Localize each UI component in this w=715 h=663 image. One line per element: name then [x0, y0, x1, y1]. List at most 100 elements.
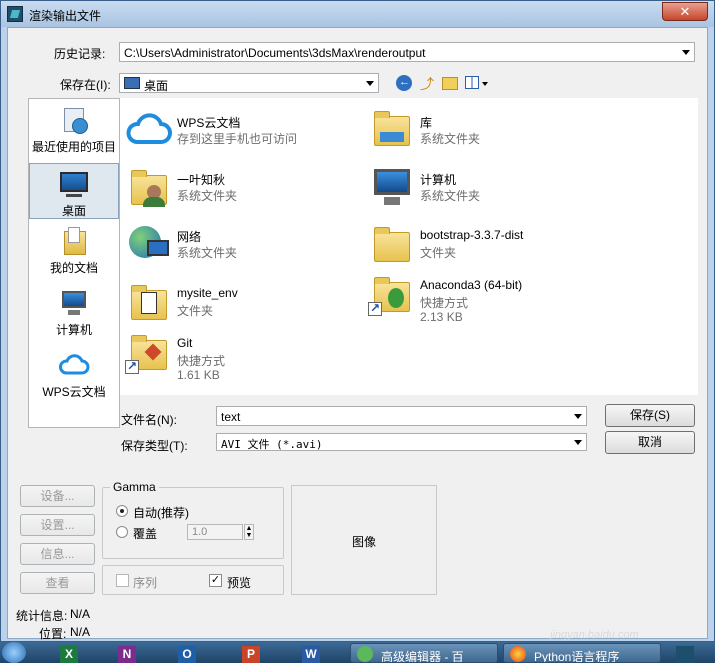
place-documents[interactable]: 我的文档	[29, 225, 119, 281]
filetype-value: AVI 文件 (*.avi)	[221, 438, 323, 451]
browser-icon	[510, 646, 526, 662]
view-button[interactable]: 查看	[20, 572, 95, 594]
gamma-override-label: 覆盖	[133, 527, 158, 541]
gamma-title: Gamma	[110, 480, 159, 494]
computer-icon	[368, 163, 416, 211]
sequence-label: 序列	[133, 576, 158, 590]
filename-input[interactable]: text	[216, 406, 587, 426]
preview-label: 预览	[227, 576, 252, 590]
outlook-icon: O	[178, 646, 196, 663]
taskbar-app-excel[interactable]: X	[50, 643, 88, 663]
image-label: 图像	[351, 535, 376, 549]
cloud-icon	[125, 106, 173, 154]
new-folder-icon[interactable]	[442, 77, 458, 90]
gamma-value-field[interactable]: 1.0	[187, 524, 243, 540]
history-combo[interactable]: C:\Users\Administrator\Documents\3dsMax\…	[119, 42, 695, 62]
folder-icon	[125, 278, 173, 326]
filetype-label: 保存类型(T):	[121, 439, 188, 453]
file-name: Git	[177, 336, 193, 350]
up-folder-icon[interactable]: ⤴	[420, 74, 436, 92]
network-icon	[125, 220, 173, 268]
taskbar-app-word[interactable]: W	[292, 643, 330, 663]
file-item[interactable]: 网络 系统文件夹	[125, 220, 365, 270]
chevron-down-icon[interactable]	[366, 81, 374, 86]
preview-checkbox[interactable]: ✓	[209, 574, 222, 587]
file-type: 快捷方式	[177, 354, 226, 368]
taskbar-app-onenote[interactable]: N	[108, 643, 146, 663]
place-desktop[interactable]: 桌面	[29, 163, 119, 219]
file-type: 系统文件夹	[177, 189, 238, 203]
place-computer[interactable]: 计算机	[29, 287, 119, 343]
file-item[interactable]: 一叶知秋 系统文件夹	[125, 163, 365, 213]
setup-button[interactable]: 设备...	[20, 485, 95, 507]
taskbar-app-outlook[interactable]: O	[168, 643, 206, 663]
taskbar-task-editor[interactable]: 高级编辑器 - 百	[350, 643, 498, 663]
gamma-auto-label: 自动(推荐)	[133, 506, 189, 520]
chevron-down-icon[interactable]	[482, 82, 488, 86]
save-in-combo[interactable]: 桌面	[119, 73, 379, 93]
shortcut-arrow-icon	[368, 301, 382, 316]
save-in-label: 保存在(I):	[60, 78, 111, 92]
chevron-down-icon[interactable]	[682, 50, 690, 55]
image-preview-box: 图像	[291, 485, 437, 595]
file-name: Anaconda3 (64-bit)	[420, 278, 523, 292]
chevron-down-icon[interactable]	[574, 440, 582, 445]
back-icon[interactable]: ←	[396, 75, 412, 91]
location-label: 位置:	[39, 627, 67, 641]
view-menu-icon[interactable]	[465, 76, 479, 89]
stats-label: 统计信息:	[16, 609, 68, 623]
gamma-spinner[interactable]: ▲ ▼	[244, 524, 254, 540]
user-folder-icon	[125, 163, 173, 211]
place-wps-cloud[interactable]: WPS云文档	[29, 349, 119, 405]
gamma-override-radio[interactable]	[116, 526, 128, 538]
taskbar-app-3dsmax[interactable]	[666, 643, 704, 663]
filename-value: text	[221, 410, 241, 424]
taskbar-task-browser[interactable]: Python语言程序	[503, 643, 661, 663]
file-item[interactable]: 库 系统文件夹	[368, 106, 608, 156]
file-item[interactable]: bootstrap-3.3.7-dist 文件夹	[368, 220, 608, 270]
taskbar: X N O P W 高级编辑器 - 百 Python语言程序 jingyan.b…	[0, 629, 715, 663]
file-item[interactable]: 计算机 系统文件夹	[368, 163, 608, 213]
file-type: 系统文件夹	[420, 189, 481, 203]
taskbar-app-powerpoint[interactable]: P	[232, 643, 270, 663]
filename-label: 文件名(N):	[121, 413, 177, 427]
file-item[interactable]: Git 快捷方式 1.61 KB	[125, 328, 365, 392]
cloud-icon	[58, 349, 90, 381]
gamma-auto-radio[interactable]	[116, 505, 128, 517]
file-name: 网络	[177, 230, 202, 244]
file-item[interactable]: mysite_env 文件夹	[125, 278, 365, 328]
desktop-icon	[58, 168, 90, 200]
settings-button[interactable]: 设置...	[20, 514, 95, 536]
place-recent[interactable]: 最近使用的项目	[29, 104, 119, 160]
save-button[interactable]: 保存(S)	[605, 404, 695, 427]
dialog-body: 历史记录: C:\Users\Administrator\Documents\3…	[7, 27, 708, 641]
close-button[interactable]: ✕	[662, 2, 708, 21]
sequence-checkbox[interactable]	[116, 574, 129, 587]
history-label: 历史记录:	[54, 47, 106, 61]
shortcut-folder-icon	[125, 328, 173, 376]
filetype-select[interactable]: AVI 文件 (*.avi)	[216, 433, 587, 451]
file-item[interactable]: Anaconda3 (64-bit) 快捷方式 2.13 KB	[368, 270, 608, 334]
gamma-group	[102, 487, 284, 559]
place-label: 最近使用的项目	[31, 140, 116, 154]
title-bar[interactable]: 渲染输出文件 ✕	[1, 1, 714, 27]
file-type: 系统文件夹	[420, 132, 481, 146]
onenote-icon: N	[118, 646, 136, 663]
word-icon: W	[302, 646, 320, 663]
recent-icon	[58, 104, 90, 136]
info-button[interactable]: 信息...	[20, 543, 95, 565]
location-value: N/A	[70, 625, 91, 639]
shortcut-arrow-icon	[125, 359, 139, 374]
cancel-button[interactable]: 取消	[605, 431, 695, 454]
start-button[interactable]	[2, 642, 26, 663]
save-in-value: 桌面	[144, 79, 169, 93]
place-label: 桌面	[61, 204, 86, 218]
computer-icon	[58, 287, 90, 319]
place-label: WPS云文档	[42, 385, 106, 399]
chevron-down-icon[interactable]	[574, 414, 582, 419]
file-item[interactable]: WPS云文档 存到这里手机也可访问	[125, 106, 365, 156]
file-size: 1.61 KB	[177, 368, 220, 382]
editor-icon	[357, 646, 373, 662]
file-list: WPS云文档 存到这里手机也可访问 库 系统文件夹 一叶知秋 系统文件夹 计算机…	[120, 98, 698, 395]
file-type: 存到这里手机也可访问	[177, 132, 298, 146]
